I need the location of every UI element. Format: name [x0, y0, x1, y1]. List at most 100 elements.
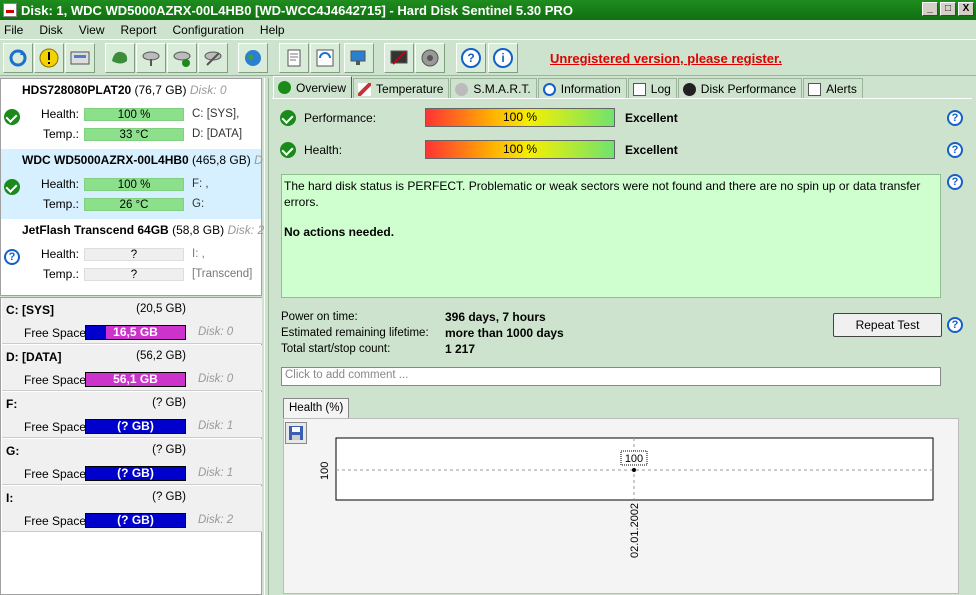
actions-text: No actions needed.	[284, 225, 395, 239]
help-icon[interactable]: ?	[947, 174, 963, 190]
warning-icon	[39, 48, 59, 68]
panel-splitter[interactable]	[264, 78, 269, 595]
x-tick-label: 02.01.2002	[629, 503, 641, 558]
disk-item-selected[interactable]: WDC WD5000AZRX-00L4HB0 (465,8 GB) D Heal…	[1, 149, 263, 219]
alerts-button[interactable]	[34, 43, 64, 73]
power-on-value: 396 days, 7 hours	[445, 310, 546, 324]
tab-health-graph[interactable]: Health (%)	[283, 398, 350, 419]
status-ok-icon	[4, 179, 20, 195]
tab-divider	[272, 98, 972, 99]
help-icon[interactable]: ?	[947, 317, 963, 333]
minimize-button[interactable]: _	[922, 2, 938, 16]
disk-settings-button[interactable]	[136, 43, 166, 73]
tab-log[interactable]: Log	[627, 78, 677, 99]
data-label: 100	[625, 453, 643, 465]
volume-item[interactable]: D: [DATA] (56,2 GB) Free Space 56,1 GB D…	[2, 345, 262, 391]
performance-rating: Excellent	[625, 111, 678, 125]
tab-smart[interactable]: S.M.A.R.T.	[450, 78, 537, 99]
volume-size: (? GB)	[152, 491, 186, 503]
health-bar: 100 %	[84, 178, 184, 191]
disk-size: (76,7 GB)	[134, 83, 187, 97]
power-on-label: Power on time:	[281, 311, 358, 323]
health-label: Health:	[304, 143, 343, 157]
temp-bar: 33 °C	[84, 128, 184, 141]
lifetime-value: more than 1000 days	[445, 326, 564, 340]
menu-configuration[interactable]: Configuration	[173, 23, 244, 37]
drive-letters: C: [SYS],	[192, 108, 240, 120]
menu-report[interactable]: Report	[120, 23, 156, 37]
comment-input[interactable]: Click to add comment ...	[281, 367, 941, 386]
register-link[interactable]: Unregistered version, please register.	[550, 51, 782, 66]
tab-information[interactable]: Information	[537, 78, 627, 99]
volume-item[interactable]: C: [SYS] (20,5 GB) Free Space 16,5 GB Di…	[2, 298, 262, 344]
tab-alerts[interactable]: Alerts	[803, 78, 863, 99]
disk-status-button[interactable]	[105, 43, 135, 73]
disk-item[interactable]: HDS728080PLAT20 (76,7 GB) Disk: 0 Health…	[1, 79, 261, 149]
lifetime-label: Estimated remaining lifetime:	[281, 327, 429, 339]
sound-button[interactable]	[415, 43, 445, 73]
volume-item[interactable]: G: (? GB) Free Space (? GB) Disk: 1	[2, 439, 262, 485]
disk-tools-icon	[204, 51, 222, 66]
disk-name: WDC WD5000AZRX-00L4HB0	[22, 153, 189, 167]
volume-item[interactable]: I: (? GB) Free Space (? GB) Disk: 2	[2, 486, 262, 532]
tab-disk-performance[interactable]: Disk Performance	[677, 78, 803, 99]
repeat-test-button[interactable]: Repeat Test	[833, 313, 942, 337]
console-icon	[390, 50, 408, 65]
disk-tools-button[interactable]	[198, 43, 228, 73]
volume-size: (? GB)	[152, 397, 186, 409]
toolbar: ? i	[0, 39, 976, 76]
menu-bar: File Disk View Report Configuration Help	[0, 20, 976, 39]
refresh-button[interactable]	[3, 43, 33, 73]
floppy-icon	[289, 426, 303, 440]
disk-item[interactable]: JetFlash Transcend 64GB (58,8 GB) Disk: …	[1, 219, 264, 289]
disk-name: JetFlash Transcend 64GB	[22, 223, 169, 237]
tab-temperature[interactable]: Temperature	[353, 78, 450, 99]
network-button[interactable]	[344, 43, 374, 73]
disk-list: HDS728080PLAT20 (76,7 GB) Disk: 0 Health…	[0, 78, 264, 296]
free-space-label: Free Space	[24, 420, 87, 434]
check-icon	[278, 81, 291, 94]
log-icon	[632, 82, 646, 96]
help-icon[interactable]: ?	[947, 142, 963, 158]
volume-disk: Disk: 0	[198, 326, 234, 338]
menu-help[interactable]: Help	[260, 23, 285, 37]
status-description: The hard disk status is PERFECT. Problem…	[281, 174, 941, 298]
console-button[interactable]	[384, 43, 414, 73]
health-bar: 100 %	[425, 140, 615, 159]
svg-text:i: i	[501, 51, 504, 65]
menu-file[interactable]: File	[4, 23, 23, 37]
free-space-bar: (? GB)	[85, 466, 186, 481]
sync-button[interactable]	[310, 43, 340, 73]
free-space-label: Free Space	[24, 373, 87, 387]
close-button[interactable]: X	[958, 2, 974, 16]
temp-label: Temp.:	[42, 267, 79, 281]
free-space-bar: 16,5 GB	[85, 325, 186, 340]
free-space-bar: (? GB)	[85, 513, 186, 528]
performance-ok-icon	[280, 110, 296, 126]
free-space-bar: 56,1 GB	[85, 372, 186, 387]
disk-settings-icon	[142, 51, 160, 66]
temp-bar: 26 °C	[84, 198, 184, 211]
performance-label: Performance:	[304, 111, 377, 125]
maximize-button[interactable]: □	[940, 2, 956, 16]
report-button[interactable]	[279, 43, 309, 73]
disk-icon	[70, 51, 90, 65]
help-icon[interactable]: ?	[947, 110, 963, 126]
volume-name: F:	[6, 397, 18, 411]
free-space-label: Free Space	[24, 326, 87, 340]
volume-disk: Disk: 0	[198, 373, 234, 385]
about-button[interactable]: i	[488, 43, 518, 73]
free-space-label: Free Space	[24, 467, 87, 481]
menu-disk[interactable]: Disk	[39, 23, 62, 37]
info-icon	[542, 82, 556, 96]
network-icon	[350, 50, 366, 65]
help-button[interactable]: ?	[456, 43, 486, 73]
tab-overview[interactable]: Overview	[273, 76, 353, 98]
volume-disk: Disk: 2	[198, 514, 234, 526]
save-graph-button[interactable]	[285, 422, 307, 444]
disk-check-button[interactable]	[167, 43, 197, 73]
menu-view[interactable]: View	[79, 23, 105, 37]
disk-button[interactable]	[65, 43, 95, 73]
web-button[interactable]	[238, 43, 268, 73]
volume-item[interactable]: F: (? GB) Free Space (? GB) Disk: 1	[2, 392, 262, 438]
